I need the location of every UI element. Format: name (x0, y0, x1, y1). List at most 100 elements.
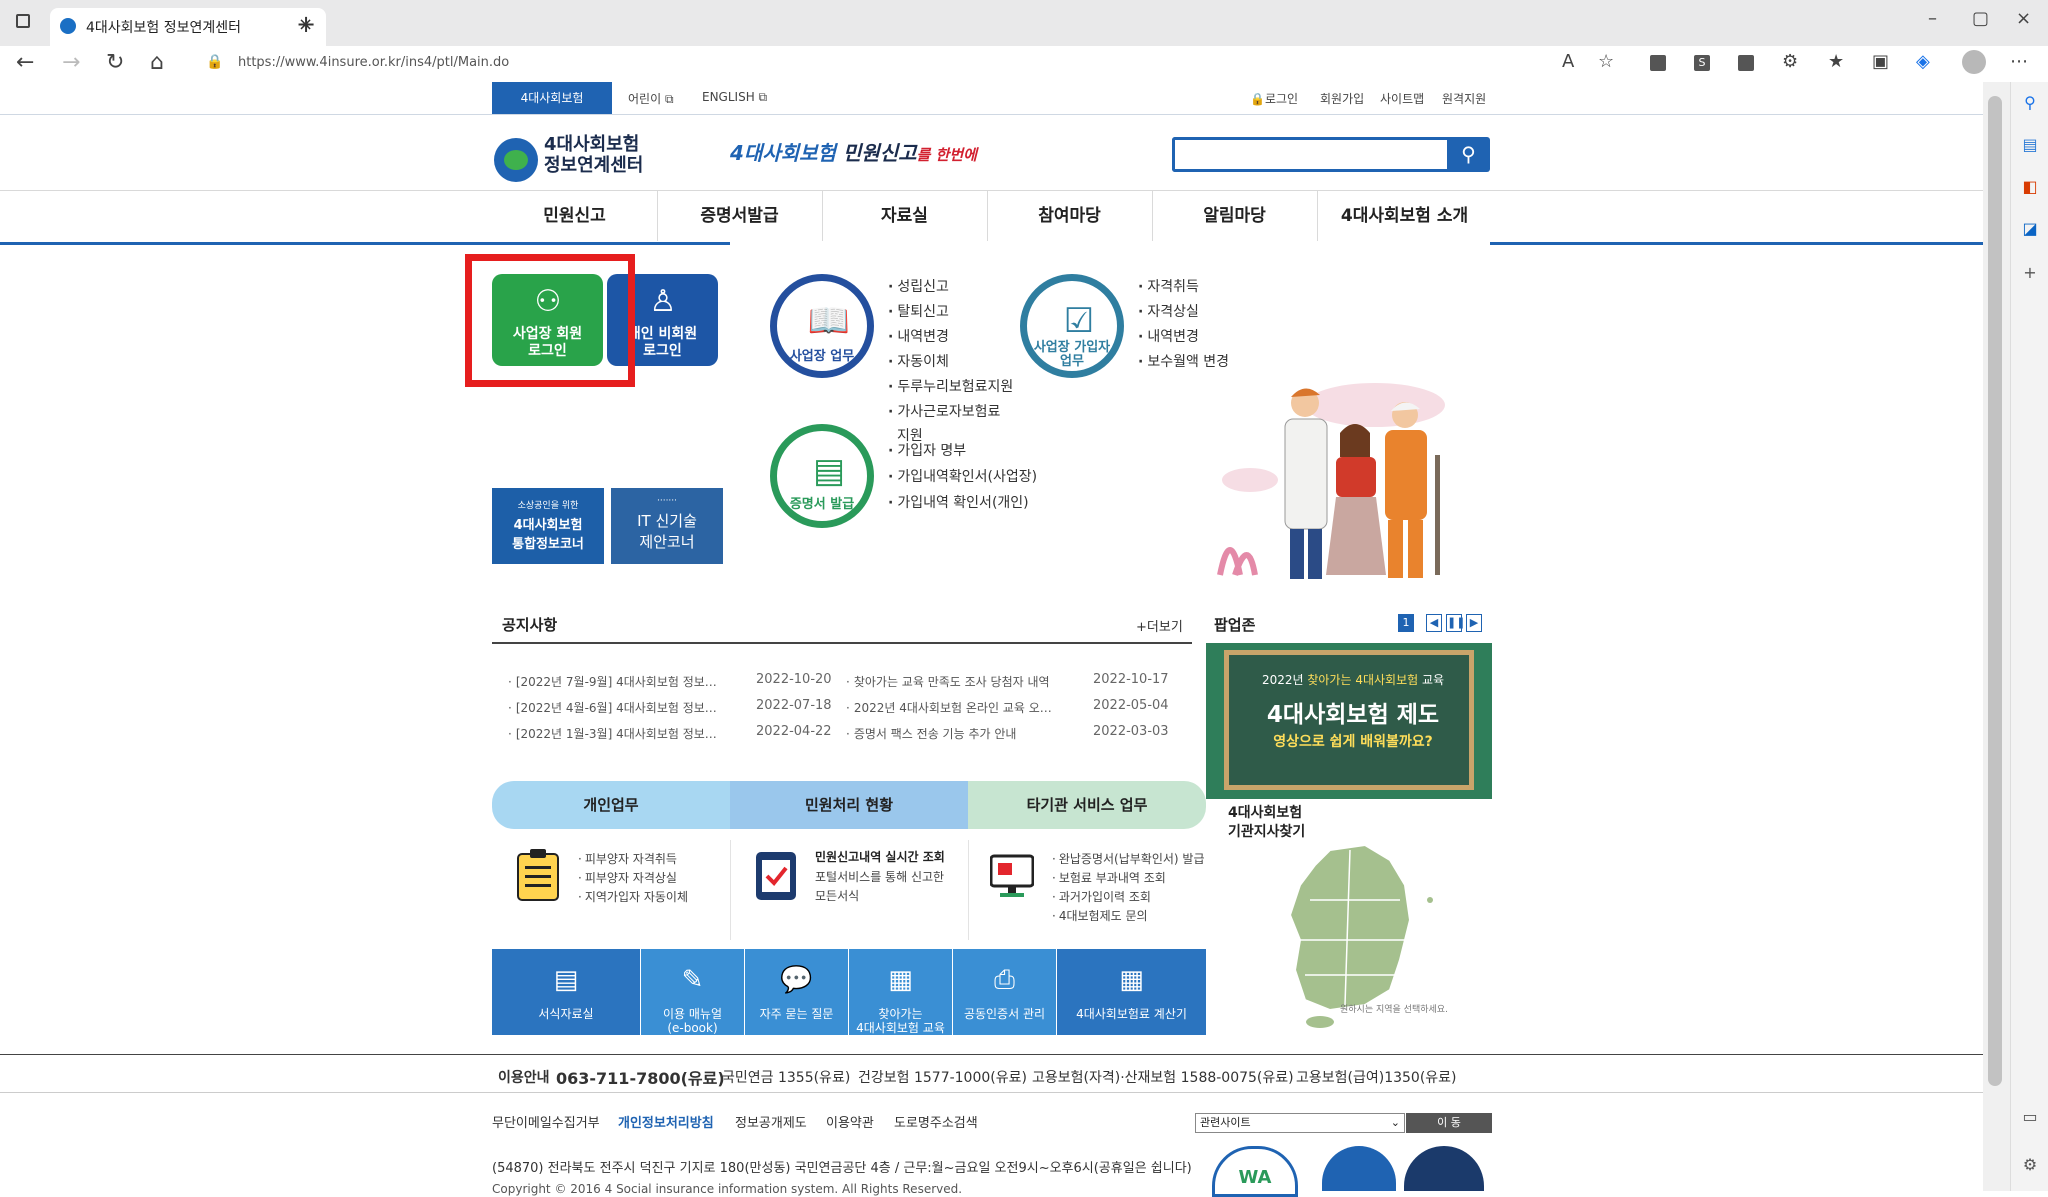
task-withdraw[interactable]: 탈퇴신고 (888, 301, 949, 321)
refresh-icon[interactable]: ↻ (106, 50, 124, 75)
shopping-icon[interactable]: ▤ (2021, 136, 2039, 154)
read-aloud-icon[interactable]: A (1562, 51, 1574, 72)
extension-1-icon[interactable] (1650, 55, 1666, 71)
task-durunuri[interactable]: 두루누리보험료지원 (888, 376, 1013, 396)
close-window-icon[interactable]: × (2016, 8, 2031, 29)
nav-participation[interactable]: 참여마당 (987, 191, 1153, 241)
task-change[interactable]: 내역변경 (888, 326, 949, 346)
quick-calculator-button[interactable]: ▦ 4대사회보험료 계산기 (1057, 949, 1206, 1035)
task-personal-confirmation[interactable]: 가입내역 확인서(개인) (888, 492, 1028, 512)
notice-item[interactable]: [2022년 1월-3월] 4대사회보험 정보… (508, 725, 717, 742)
personal-task-item[interactable]: 피부양자 자격상실 (578, 869, 677, 886)
add-favorite-icon[interactable]: ☆ (1598, 51, 1614, 72)
task-establish[interactable]: 성립신고 (888, 276, 949, 296)
remote-support-link[interactable]: 원격지원 (1442, 90, 1486, 107)
add-panel-icon[interactable]: + (2021, 264, 2039, 282)
english-link[interactable]: ENGLISH ⧉ (702, 90, 767, 105)
other-task-item[interactable]: 4대보험제도 문의 (1052, 907, 1148, 924)
sidebar-layout-icon[interactable]: ▭ (2021, 1108, 2039, 1126)
home-icon[interactable]: ⌂ (150, 50, 164, 75)
clean-badge[interactable] (1404, 1146, 1484, 1191)
site-logo[interactable]: 4대사회보험 정보연계센터 (544, 134, 694, 176)
nav-civil-report[interactable]: 민원신고 (492, 191, 658, 241)
extensions-icon[interactable]: ⚙ (1782, 51, 1798, 72)
browser-tab[interactable]: 4대사회보험 정보연계센터 × (50, 8, 326, 46)
task-lose[interactable]: 자격상실 (1138, 301, 1199, 321)
notice-item[interactable]: 증명서 팩스 전송 기능 추가 안내 (846, 725, 1017, 742)
extension-s-icon[interactable]: S (1694, 55, 1710, 71)
profile-avatar[interactable] (1962, 50, 1986, 74)
certificate-button[interactable]: ▤ 증명서 발급 (770, 424, 874, 528)
join-link[interactable]: 회원가입 (1320, 90, 1364, 107)
extension-2-icon[interactable] (1738, 55, 1754, 71)
sitemap-link[interactable]: 사이트맵 (1380, 90, 1424, 107)
new-tab-icon[interactable]: + (296, 10, 316, 38)
other-task-item[interactable]: 완납증명서(납부확인서) 발급 (1052, 850, 1205, 867)
personal-task-item[interactable]: 지역가입자 자동이체 (578, 888, 688, 905)
wa-certification-badge[interactable]: WA (1212, 1146, 1298, 1197)
browser-essentials-icon[interactable]: ◈ (1916, 51, 1930, 72)
outlook-icon[interactable]: ◪ (2021, 220, 2039, 238)
search-button[interactable]: ⚲ (1447, 137, 1490, 172)
task-acquire[interactable]: 자격취득 (1138, 276, 1199, 296)
task-autopay[interactable]: 자동이체 (888, 351, 949, 371)
related-sites-select[interactable]: 관련사이트 ⌄ (1195, 1113, 1405, 1133)
quick-faq-button[interactable]: 💬 자주 묻는 질문 (745, 949, 848, 1035)
notice-item[interactable]: 찾아가는 교육 만족도 조사 당첨자 내역 (846, 673, 1050, 690)
forward-icon[interactable]: → (62, 50, 80, 75)
personal-task-item[interactable]: 피부양자 자격취득 (578, 850, 677, 867)
quick-education-button[interactable]: ▦ 찾아가는 4대사회보험 교육 (849, 949, 952, 1035)
login-link[interactable]: 🔒로그인 (1250, 90, 1298, 107)
brand-tab[interactable]: 4대사회보험 (492, 82, 612, 114)
back-icon[interactable]: ← (16, 50, 34, 75)
footer-link-privacy[interactable]: 개인정보처리방침 (618, 1112, 714, 1131)
maximize-icon[interactable]: ▢ (1972, 8, 1989, 29)
more-menu-icon[interactable]: ⋯ (2010, 51, 2028, 72)
business-tasks-button[interactable]: 📖 사업장 업무 (770, 274, 874, 378)
tab-other-agency[interactable]: 타기관 서비스 업무 (968, 781, 1206, 829)
it-proposal-banner[interactable]: ······· IT 신기술 제안코너 (611, 488, 723, 564)
task-domestic-worker[interactable]: 가사근로자보험료 (888, 401, 1000, 421)
nav-archive[interactable]: 자료실 (822, 191, 988, 241)
family-badge[interactable] (1322, 1146, 1396, 1191)
nav-notice[interactable]: 알림마당 (1152, 191, 1318, 241)
task-biz-confirmation[interactable]: 가입내역확인서(사업장) (888, 466, 1037, 486)
notice-more-link[interactable]: +더보기 (1136, 616, 1183, 635)
tab-personal-tasks[interactable]: 개인업무 (492, 781, 730, 829)
popup-next-icon[interactable]: ▶ (1466, 614, 1482, 632)
popup-page-number[interactable]: 1 (1398, 614, 1414, 632)
notice-item[interactable]: 2022년 4대사회보험 온라인 교육 오… (846, 699, 1052, 716)
quick-certificate-button[interactable]: ⎙ 공동인증서 관리 (953, 949, 1056, 1035)
collections-icon[interactable]: ▣ (1872, 51, 1889, 72)
other-task-item[interactable]: 보험료 부과내역 조회 (1052, 869, 1166, 886)
favorites-icon[interactable]: ★ (1828, 51, 1844, 72)
nav-about[interactable]: 4대사회보험 소개 (1317, 191, 1492, 241)
scroll-thumb[interactable] (1988, 96, 2002, 1086)
site-search-input[interactable] (1172, 137, 1448, 172)
footer-link-email-refusal[interactable]: 무단이메일수집거부 (492, 1112, 600, 1131)
search-icon[interactable]: ⚲ (2021, 94, 2039, 112)
nav-certificate[interactable]: 증명서발급 (657, 191, 823, 241)
quick-manual-button[interactable]: ✎ 이용 매뉴얼 (e-book) (641, 949, 744, 1035)
popup-prev-icon[interactable]: ◀ (1426, 614, 1442, 632)
realtime-status-title[interactable]: 민원신고내역 실시간 조회 (815, 848, 945, 865)
tab-civil-status[interactable]: 민원처리 현황 (730, 781, 968, 829)
notice-item[interactable]: [2022년 7월-9월] 4대사회보험 정보… (508, 673, 717, 690)
small-business-banner[interactable]: 소상공인을 위한 4대사회보험 통합정보코너 (492, 488, 604, 564)
footer-link-terms[interactable]: 이용약관 (826, 1112, 874, 1131)
kids-link[interactable]: 어린이 ⧉ (628, 90, 674, 107)
quick-forms-button[interactable]: ▤ 서식자료실 (492, 949, 640, 1035)
task-salary-change[interactable]: 보수월액 변경 (1138, 351, 1229, 371)
minimize-icon[interactable]: – (1928, 8, 1937, 29)
other-task-item[interactable]: 과거가입이력 조회 (1052, 888, 1151, 905)
go-button[interactable]: 이 동 (1406, 1113, 1492, 1133)
footer-link-disclosure[interactable]: 정보공개제도 (735, 1112, 807, 1131)
lock-icon[interactable]: 🔒 (206, 54, 223, 70)
tab-actions-icon[interactable] (16, 14, 30, 28)
office-icon[interactable]: ◧ (2021, 178, 2039, 196)
settings-icon[interactable]: ⚙ (2021, 1156, 2039, 1174)
popup-pause-icon[interactable]: ❚❚ (1446, 614, 1465, 632)
address-bar[interactable]: 🔒 https://www.4insure.or.kr/ins4/ptl/Mai… (190, 49, 1580, 77)
member-tasks-button[interactable]: ☑ 사업장 가입자 업무 (1020, 274, 1124, 378)
task-member-change[interactable]: 내역변경 (1138, 326, 1199, 346)
